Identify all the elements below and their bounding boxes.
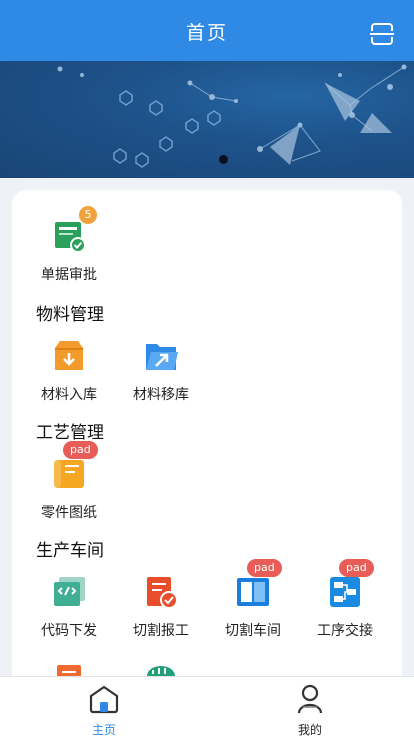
tab-home[interactable]: 主页 [74, 683, 134, 736]
carousel-dot[interactable] [202, 155, 211, 164]
process-handover-pad-badge: pad [339, 559, 374, 577]
part-drawing-pad-badge: pad [63, 441, 98, 459]
user-icon [297, 684, 323, 714]
inbound-box-icon [51, 338, 87, 374]
cutting-workshop-pad-badge: pad [247, 559, 282, 577]
page-title: 首页 [185, 22, 228, 44]
material-inbound-item[interactable]: 材料入库 [23, 338, 115, 404]
tab-mine-label: 我的 [297, 723, 322, 736]
folder-transfer-icon [143, 338, 179, 374]
section-title-process: 工艺管理 [36, 423, 104, 443]
report-check-icon [143, 574, 179, 610]
scan-icon[interactable] [368, 20, 396, 48]
part-drawing-label: 零件图纸 [41, 505, 97, 521]
code-dispatch-label: 代码下发 [41, 623, 97, 639]
blueprint-icon: pad [51, 441, 98, 492]
bottom-tab-bar: 主页 我的 [0, 676, 414, 736]
cutting-workshop-item[interactable]: pad 切割车间 [207, 559, 299, 640]
flow-handover-icon: pad [327, 559, 374, 610]
cutting-report-label: 切割报工 [133, 623, 189, 639]
material-transfer-label: 材料移库 [133, 387, 189, 403]
code-dispatch-item[interactable]: 代码下发 [23, 574, 115, 640]
material-transfer-item[interactable]: 材料移库 [115, 338, 207, 404]
cutting-report-item[interactable]: 切割报工 [115, 574, 207, 640]
app-header: 首页 [0, 0, 414, 61]
carousel-dot[interactable] [185, 155, 194, 164]
part-drawing-item[interactable]: pad 零件图纸 [23, 441, 115, 522]
approval-badge: 5 [79, 206, 97, 224]
function-grid-card: 5 单据审批 物料管理 材料入库 材料移库 工艺管理 pad 零件图纸 生产车间… [12, 190, 402, 710]
home-icon [89, 685, 119, 714]
approval-label: 单据审批 [41, 267, 97, 283]
section-title-material: 物料管理 [36, 305, 104, 325]
material-inbound-label: 材料入库 [41, 387, 97, 403]
cutting-workshop-label: 切割车间 [225, 623, 281, 639]
carousel-dot-active[interactable] [219, 155, 228, 164]
code-icon [51, 574, 87, 610]
process-handover-item[interactable]: pad 工序交接 [299, 559, 391, 640]
approval-item[interactable]: 5 单据审批 [23, 206, 115, 284]
tab-mine[interactable]: 我的 [280, 683, 340, 736]
carousel-indicator [185, 155, 228, 164]
workshop-panel-icon: pad [235, 559, 282, 610]
section-title-workshop: 生产车间 [36, 541, 104, 561]
process-handover-label: 工序交接 [317, 623, 373, 639]
document-approve-icon: 5 [51, 206, 97, 254]
tab-home-label: 主页 [91, 723, 116, 736]
